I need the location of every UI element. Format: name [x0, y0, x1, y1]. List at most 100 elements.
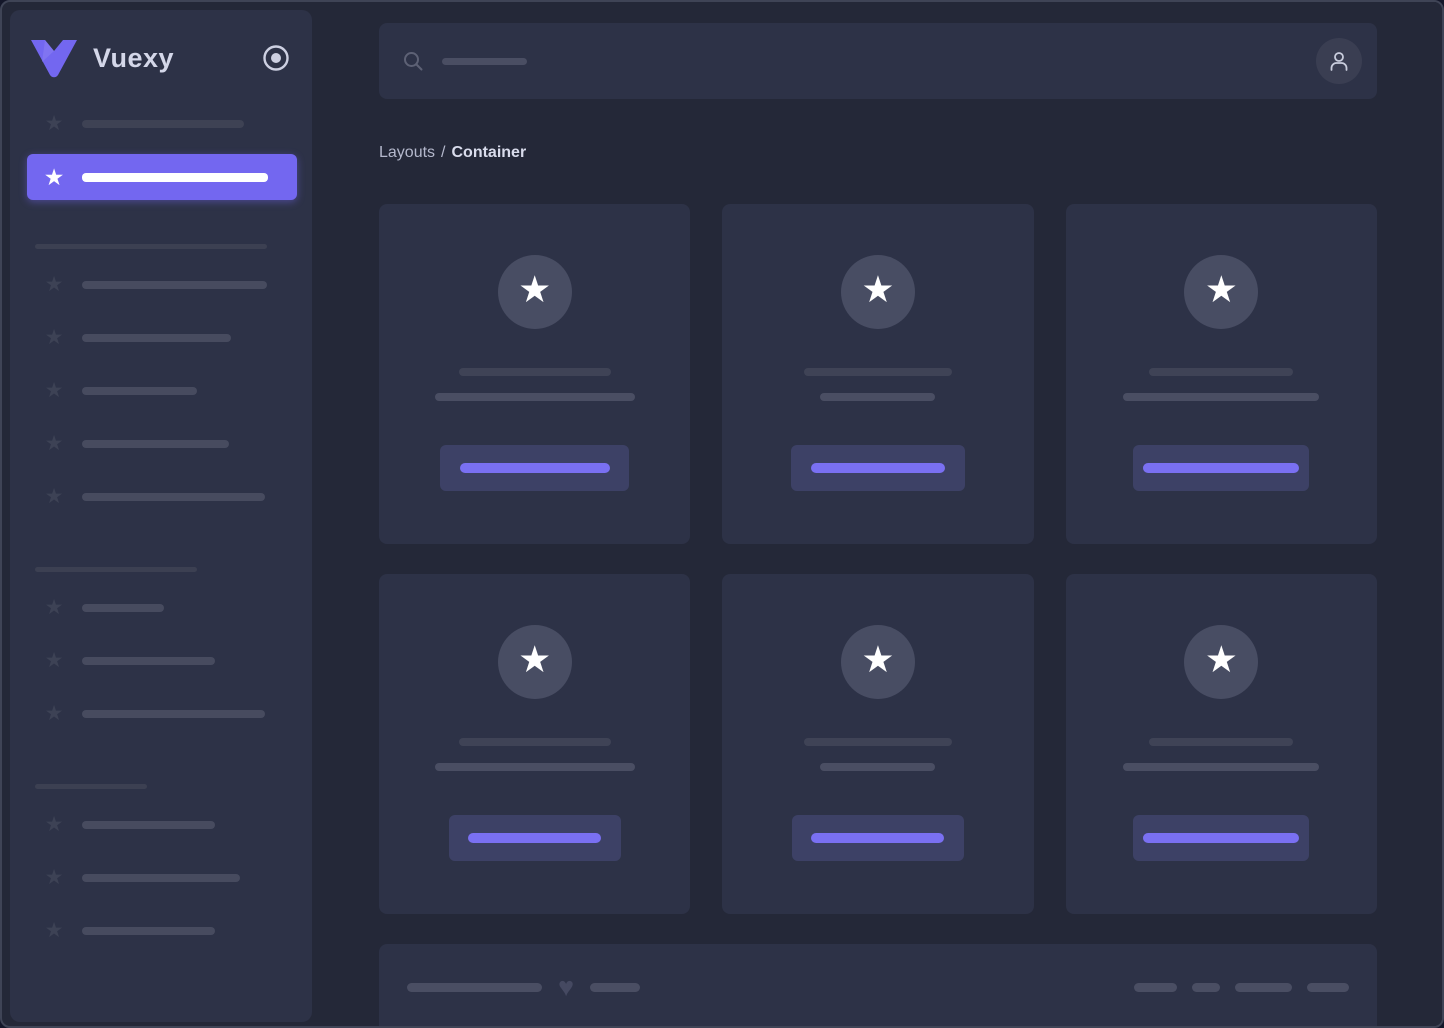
star-icon: ★	[518, 269, 552, 310]
star-icon: ★	[44, 812, 64, 836]
star-icon: ★	[861, 639, 895, 680]
card-action-button[interactable]	[1133, 445, 1310, 491]
button-label-skeleton	[811, 833, 945, 843]
sidebar-section-header	[10, 774, 312, 798]
star-icon: ★	[44, 701, 64, 725]
footer-link-skeleton	[1134, 982, 1177, 992]
button-label-skeleton	[459, 463, 610, 473]
sidebar-item[interactable]: ★	[10, 687, 312, 740]
sidebar-item-label-skeleton	[82, 709, 265, 718]
sidebar-item-label-skeleton	[82, 439, 229, 448]
main-content: Layouts / Container ★ ★ ★ ★ ★ ★ ♥	[312, 2, 1442, 1026]
sidebar-item[interactable]: ★	[10, 581, 312, 634]
sidebar-item-label-skeleton	[82, 603, 164, 612]
heart-icon: ♥	[558, 972, 575, 1002]
card-action-button[interactable]	[790, 445, 965, 491]
sidebar-item-active[interactable]: ★	[27, 154, 297, 200]
footer-card: ♥	[379, 944, 1377, 1026]
star-icon: ★	[44, 648, 64, 672]
sidebar-section-header	[10, 234, 312, 258]
app-window: Vuexy ★ ★ ★ ★ ★ ★ ★ ★ ★ ★ ★ ★ ★ Layouts …	[0, 0, 1444, 1028]
sidebar-item-label-skeleton	[82, 386, 197, 395]
star-icon: ★	[44, 378, 64, 402]
footer-content: ♥	[407, 972, 1349, 1002]
card-title-skeleton	[458, 368, 611, 376]
card-action-button[interactable]	[1133, 815, 1310, 861]
star-icon: ★	[518, 639, 552, 680]
sidebar-item[interactable]: ★	[10, 97, 312, 150]
star-badge-icon: ★	[1184, 625, 1259, 699]
footer-links	[1134, 982, 1349, 992]
star-icon: ★	[861, 269, 895, 310]
sidebar-section-header	[10, 557, 312, 581]
sidebar-item-label-skeleton	[82, 172, 268, 182]
sidebar-item-label-skeleton	[82, 873, 240, 882]
star-icon: ★	[44, 325, 64, 349]
sidebar-item[interactable]: ★	[10, 470, 312, 523]
card-subtitle-skeleton	[1123, 763, 1320, 771]
sidebar-item[interactable]: ★	[10, 311, 312, 364]
star-icon: ★	[44, 111, 64, 135]
card-subtitle-skeleton	[434, 763, 635, 771]
card-title-skeleton	[1149, 368, 1294, 376]
sidebar: Vuexy ★ ★ ★ ★ ★ ★ ★ ★ ★ ★ ★ ★ ★	[10, 10, 312, 1022]
vuexy-logo-icon	[31, 40, 77, 78]
star-icon: ★	[43, 164, 65, 190]
sidebar-item[interactable]: ★	[10, 904, 312, 957]
star-icon: ★	[1204, 269, 1238, 310]
sidebar-header: Vuexy	[10, 10, 312, 78]
feature-card: ★	[722, 574, 1034, 914]
feature-card: ★	[379, 574, 691, 914]
footer-skeleton-bar	[590, 982, 641, 992]
star-icon: ★	[1204, 639, 1238, 680]
star-badge-icon: ★	[840, 625, 915, 699]
sidebar-item[interactable]: ★	[10, 798, 312, 851]
sidebar-pin-toggle[interactable]	[260, 42, 292, 74]
card-subtitle-skeleton	[1123, 393, 1320, 401]
search-bar[interactable]	[379, 23, 1377, 99]
user-avatar-button[interactable]	[1316, 38, 1362, 84]
sidebar-item-label-skeleton	[82, 119, 244, 128]
button-label-skeleton	[468, 833, 602, 843]
card-title-skeleton	[803, 738, 952, 746]
feature-card: ★	[1065, 574, 1377, 914]
app-title: Vuexy	[93, 42, 175, 73]
card-subtitle-skeleton	[820, 393, 936, 401]
card-title-skeleton	[803, 368, 952, 376]
card-title-skeleton	[1149, 738, 1294, 746]
button-label-skeleton	[1143, 463, 1300, 473]
star-icon: ★	[44, 865, 64, 889]
search-placeholder-skeleton	[442, 57, 527, 65]
card-grid: ★ ★ ★ ★ ★ ★	[379, 204, 1377, 914]
card-title-skeleton	[458, 738, 611, 746]
sidebar-item[interactable]: ★	[10, 258, 312, 311]
breadcrumb-parent-link[interactable]: Layouts	[379, 144, 435, 161]
sidebar-item[interactable]: ★	[10, 417, 312, 470]
sidebar-item-label-skeleton	[82, 656, 215, 665]
star-badge-icon: ★	[1184, 255, 1259, 329]
feature-card: ★	[722, 204, 1034, 544]
feature-card: ★	[1065, 204, 1377, 544]
sidebar-item-label-skeleton	[82, 280, 267, 289]
star-icon: ★	[44, 484, 64, 508]
button-label-skeleton	[1143, 833, 1300, 843]
card-subtitle-skeleton	[820, 763, 936, 771]
search-icon	[404, 52, 423, 71]
star-icon: ★	[44, 431, 64, 455]
star-badge-icon: ★	[497, 625, 572, 699]
sidebar-item-label-skeleton	[82, 333, 231, 342]
card-action-button[interactable]	[440, 445, 630, 491]
card-action-button[interactable]	[448, 815, 621, 861]
star-icon: ★	[44, 918, 64, 942]
sidebar-nav: ★ ★ ★ ★ ★ ★ ★ ★ ★ ★ ★ ★ ★	[10, 97, 312, 957]
sidebar-item[interactable]: ★	[10, 851, 312, 904]
sidebar-item[interactable]: ★	[10, 364, 312, 417]
feature-card: ★	[379, 204, 691, 544]
button-label-skeleton	[810, 463, 945, 473]
footer-link-skeleton	[1192, 982, 1220, 992]
card-action-button[interactable]	[791, 815, 964, 861]
footer-link-skeleton	[1307, 982, 1349, 992]
sidebar-item[interactable]: ★	[10, 634, 312, 687]
footer-skeleton-bar	[407, 982, 542, 992]
card-subtitle-skeleton	[434, 393, 635, 401]
